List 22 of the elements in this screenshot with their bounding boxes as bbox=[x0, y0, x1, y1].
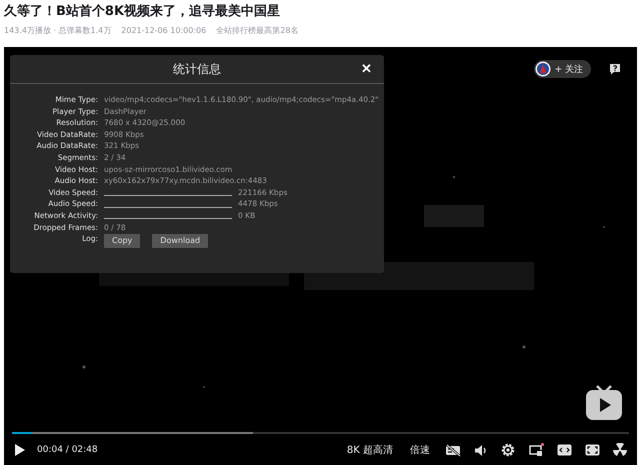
log-button[interactable]: Copy bbox=[104, 234, 140, 248]
danmaku-off-icon[interactable] bbox=[445, 444, 461, 456]
video-title: 久等了！B站首个8K视频来了，追寻最美中国星 bbox=[4, 3, 282, 21]
video-stat: 143.4万播放 · 总弹幕数1.4万 bbox=[4, 25, 112, 36]
avatar-icon[interactable] bbox=[534, 61, 551, 77]
follow-button[interactable]: + 关注 bbox=[534, 60, 591, 78]
log-button[interactable]: Download bbox=[152, 234, 208, 248]
close-button[interactable]: ✕ bbox=[357, 60, 376, 78]
widescreen-icon[interactable] bbox=[557, 444, 572, 456]
volume-icon[interactable] bbox=[474, 444, 488, 456]
video-stat: 2021-12-06 10:00:06 bbox=[121, 25, 206, 36]
help-icon[interactable] bbox=[609, 63, 621, 75]
web-fullscreen-icon[interactable] bbox=[585, 444, 600, 456]
picture-in-picture-icon[interactable] bbox=[528, 443, 544, 457]
settings-icon[interactable] bbox=[501, 443, 515, 457]
quality-button[interactable]: 8K 超高清 bbox=[344, 443, 395, 457]
speed-button[interactable]: 倍速 bbox=[408, 443, 432, 457]
tv-icon[interactable] bbox=[585, 385, 623, 421]
panel-title: 统计信息 bbox=[173, 60, 221, 78]
time-display: 00:04 / 02:48 bbox=[37, 445, 98, 455]
play-icon[interactable] bbox=[14, 443, 26, 457]
video-stat: 全站排行榜最高第28名 bbox=[216, 25, 298, 36]
